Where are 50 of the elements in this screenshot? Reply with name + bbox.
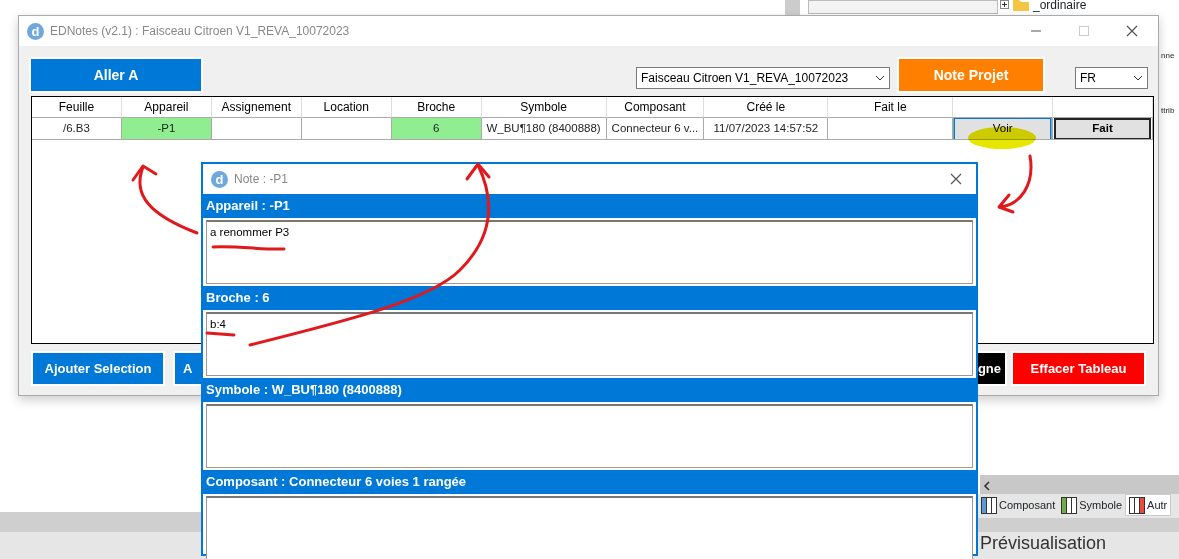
columns-icon xyxy=(1129,496,1146,514)
app-logo: d xyxy=(211,170,228,188)
column-header: Symbole xyxy=(481,97,607,118)
close-icon xyxy=(1126,25,1138,37)
side-label: nne xyxy=(1161,50,1175,62)
language-select[interactable]: FR xyxy=(1075,67,1148,89)
column-header: Location xyxy=(301,97,392,118)
expand-icon xyxy=(1000,0,1009,9)
table-cell: /6.B3 xyxy=(32,118,122,140)
chevron-down-icon xyxy=(875,75,885,81)
column-header: Créé le xyxy=(704,97,829,118)
underline-mark xyxy=(205,331,236,337)
side-label: ttrib xyxy=(1161,105,1175,117)
annotation-arrow xyxy=(131,164,199,235)
note-field[interactable]: b:4 xyxy=(206,312,973,376)
section-heading: Appareil : -P1 xyxy=(203,194,976,218)
section-heading: Composant : Connecteur 6 voies 1 rangée xyxy=(203,470,976,494)
chevron-down-icon xyxy=(1133,75,1143,81)
action-button[interactable]: Ajouter Selection xyxy=(33,353,163,384)
panel-title: Prévisualisation xyxy=(980,532,1107,555)
annotation-arrow xyxy=(997,154,1033,214)
column-header: Fait le xyxy=(828,97,954,118)
panel-tab[interactable]: Autr xyxy=(1125,494,1172,516)
done-button[interactable]: Fait xyxy=(1054,118,1151,139)
panel-tab[interactable]: Symbole xyxy=(1058,494,1126,516)
note-field[interactable]: a renommer P3 xyxy=(206,220,973,284)
table-cell: W_BU¶180 (8400888) xyxy=(481,118,607,140)
table-cell: -P1 xyxy=(121,118,212,140)
column-header: Composant xyxy=(606,97,705,118)
table-cell: 6 xyxy=(391,118,482,140)
goto-button[interactable]: Aller A xyxy=(31,59,201,91)
folder-icon xyxy=(1013,0,1029,11)
table-cell: Connecteur 6 v... xyxy=(606,118,705,140)
section-heading: Symbole : W_BU¶180 (8400888) xyxy=(203,378,976,402)
window-title: EDNotes (v2.1) : Faisceau Citroen V1_REVA_10072023 xyxy=(50,23,351,40)
action-button[interactable]: Effacer Tableau xyxy=(1013,353,1144,384)
columns-icon xyxy=(1061,496,1078,514)
tree-item[interactable]: _ordinaire xyxy=(1033,0,1087,11)
chevron-left-icon xyxy=(983,481,991,491)
close-icon xyxy=(950,173,962,185)
table-cell: 11/07/2023 14:57:52 xyxy=(704,118,829,140)
maximize-icon xyxy=(1078,25,1090,37)
panel-tab[interactable]: Composant xyxy=(978,494,1059,516)
app-logo: d xyxy=(27,22,44,40)
column-header: Feuille xyxy=(32,97,122,118)
column-header: Assignement xyxy=(211,97,302,118)
section-heading: Broche : 6 xyxy=(203,286,976,310)
project-select[interactable]: Faisceau Citroen V1_REVA_10072023 xyxy=(636,67,890,89)
window-title: Note : -P1 xyxy=(234,171,290,188)
columns-icon xyxy=(981,496,997,514)
